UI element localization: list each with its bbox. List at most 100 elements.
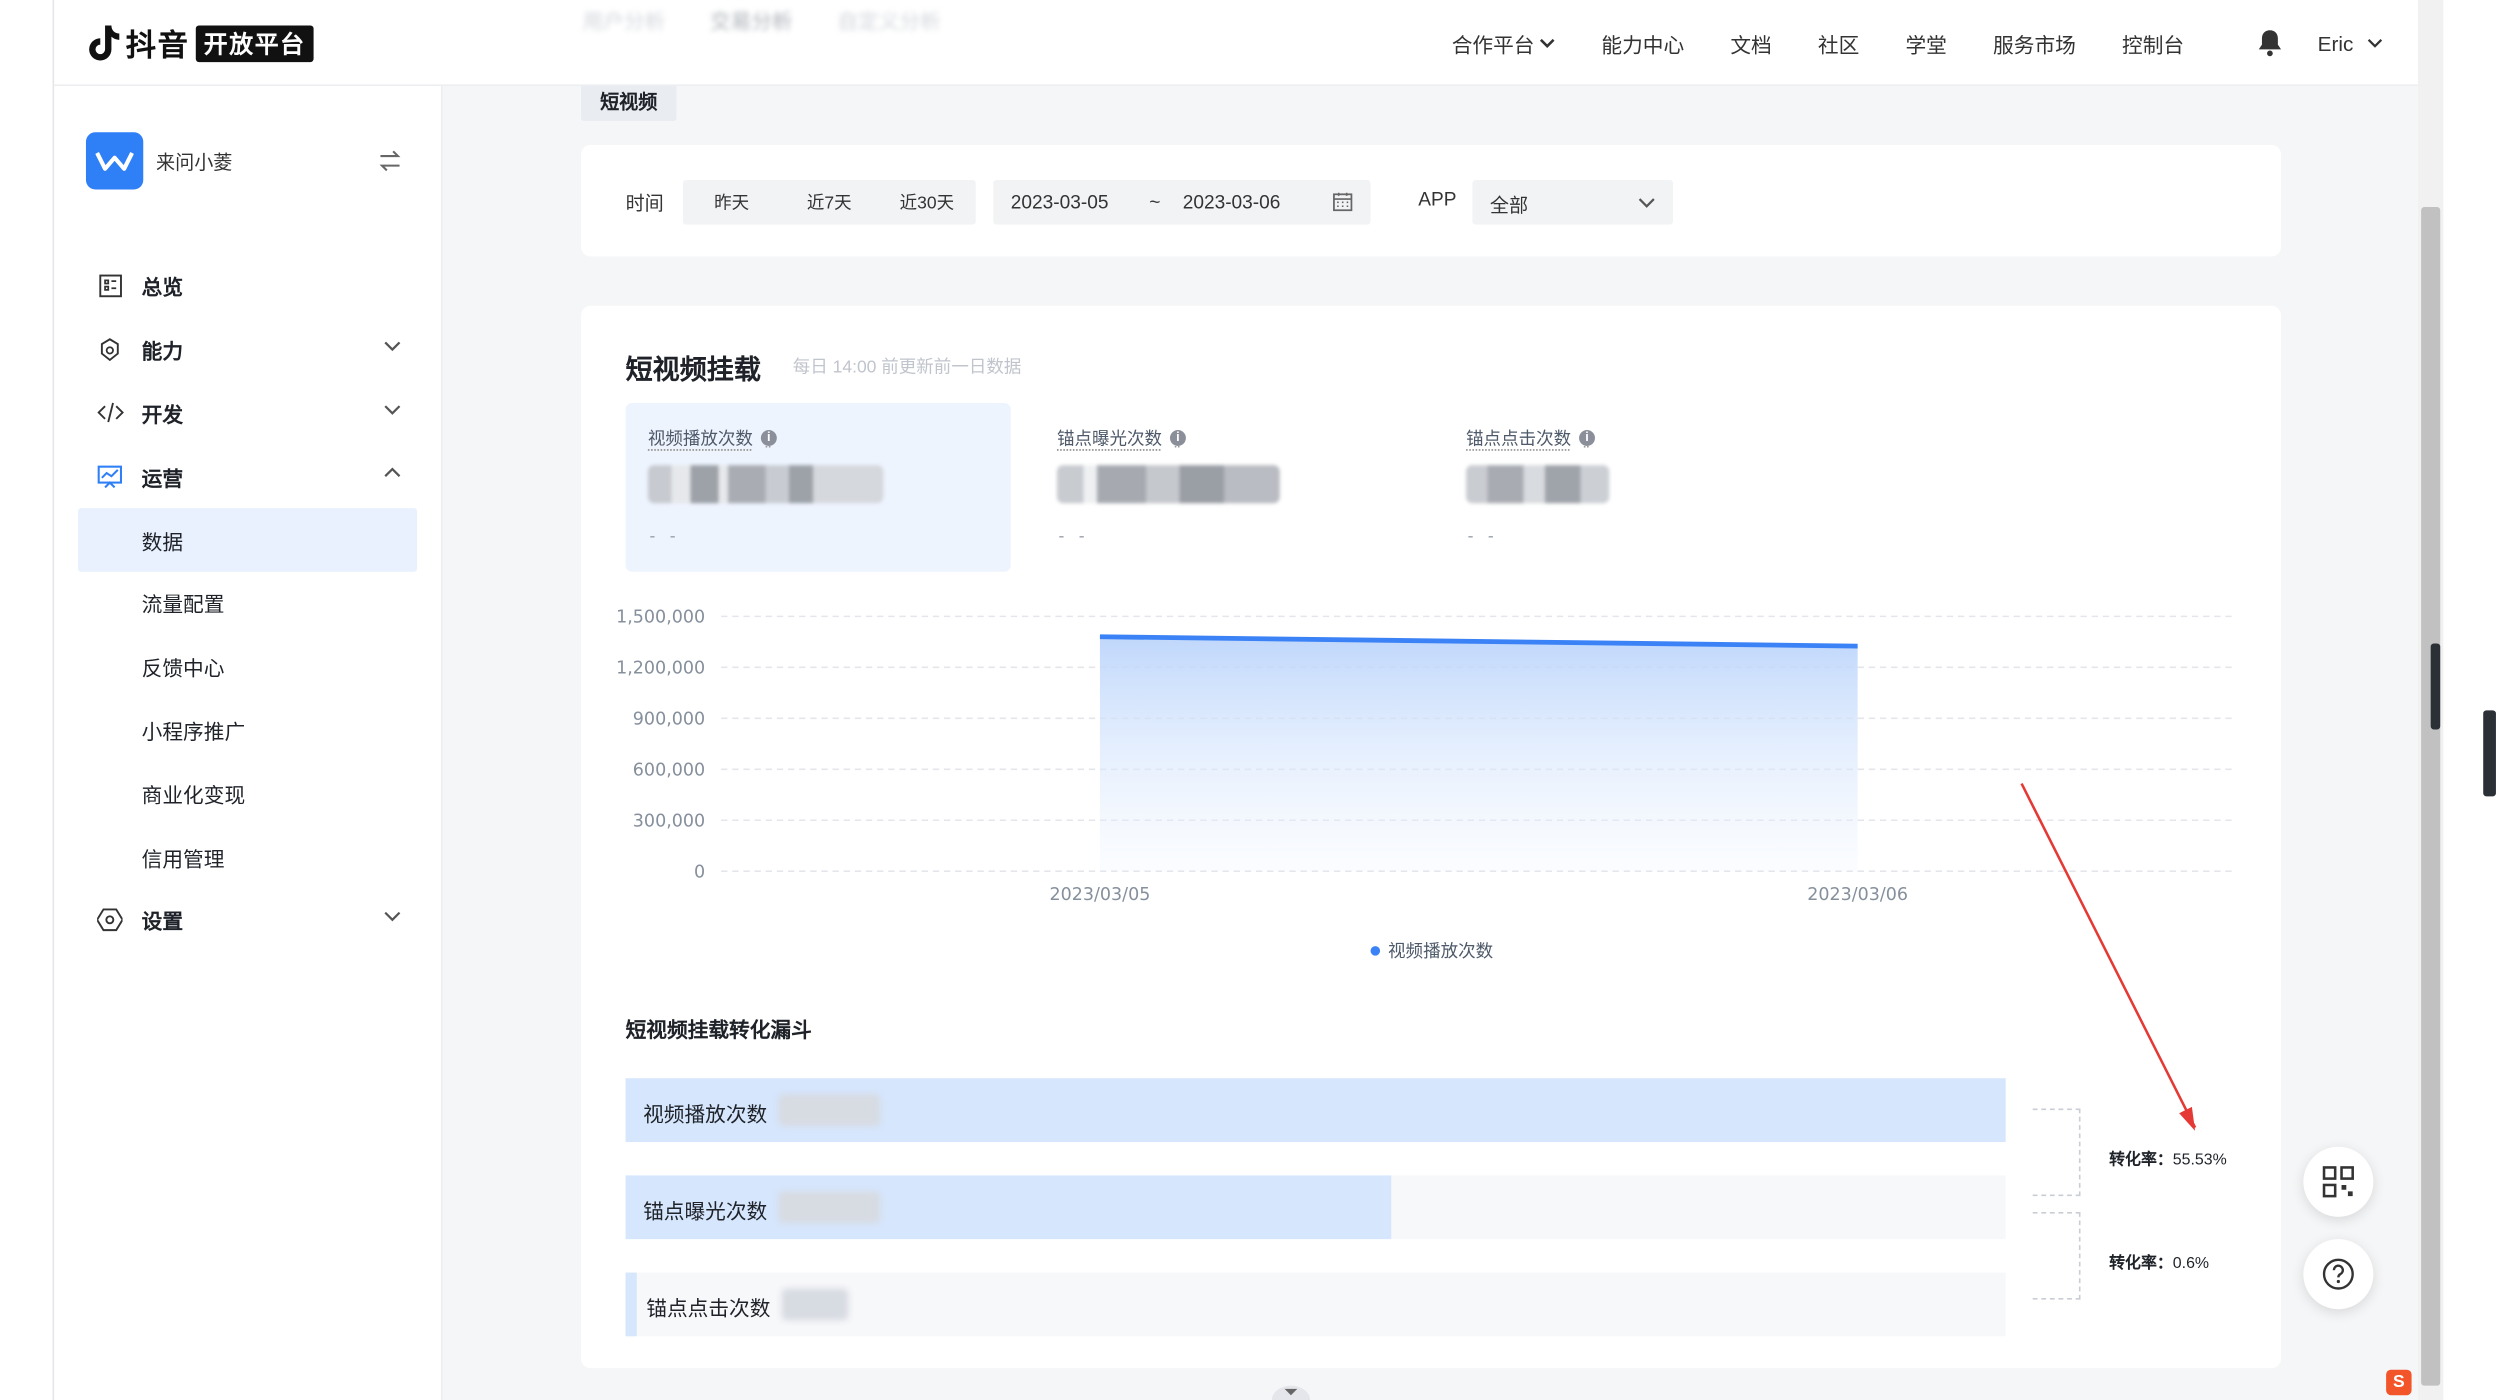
help-button[interactable] (2303, 1239, 2374, 1310)
sidebar-item-develop[interactable]: 开发 (78, 382, 417, 445)
y-tick-label: 600,000 (633, 761, 705, 781)
question-mark-icon (2322, 1258, 2354, 1290)
app-select[interactable]: 全部 (1472, 179, 1673, 225)
sidebar-item-promotion[interactable]: 小程序推广 (78, 699, 417, 762)
sidebar-item-data[interactable]: 数据 (77, 508, 418, 572)
funnel-title: 短视频挂载转化漏斗 (625, 1017, 812, 1042)
user-menu[interactable]: Eric (2318, 32, 2384, 56)
funnel-value-blurred (778, 1094, 881, 1127)
sidebar-item-operate[interactable]: 运营 (78, 445, 417, 508)
app-select-value: 全部 (1489, 194, 1529, 217)
info-icon[interactable]: i (760, 430, 777, 446)
nav-item-community[interactable]: 社区 (1818, 29, 1859, 59)
chevron-down-icon (2368, 39, 2383, 48)
funnel-bar-anchor-exposures: 锚点曝光次数 (625, 1175, 2006, 1240)
app-switcher[interactable]: 来问小菱 (85, 132, 233, 190)
time-label: 时间 (625, 192, 664, 216)
switch-app-icon[interactable] (377, 150, 402, 180)
app-window: 抖音 开放平台 合作平台 能力中心 文档 社区 学堂 服务市场 控制台 Eric… (52, 0, 2418, 1400)
sidebar-item-label: 开发 (141, 402, 184, 427)
douyin-logo[interactable]: 抖音 开放平台 (86, 22, 314, 63)
metric-label: 锚点曝光次数 i (1057, 425, 1186, 450)
sidebar-item-traffic-config[interactable]: 流量配置 (78, 572, 417, 635)
app-name: 来问小菱 (155, 150, 233, 173)
sidebar-item-label: 流量配置 (141, 593, 225, 617)
nav-item-console[interactable]: 控制台 (2122, 29, 2184, 59)
date-separator: ~ (1149, 191, 1161, 214)
ghost-tab: 交易分析 (709, 9, 793, 34)
x-tick-label: 2023/03/06 (1807, 885, 1908, 905)
brand-name: 抖音 (125, 29, 190, 63)
sidebar-item-credit[interactable]: 信用管理 (78, 825, 417, 888)
douyin-note-icon (86, 22, 121, 63)
sidebar-item-feedback[interactable]: 反馈中心 (78, 635, 417, 698)
funnel-bar-video-plays: 视频播放次数 (625, 1078, 2006, 1142)
chevron-down-icon (384, 911, 401, 922)
info-icon[interactable]: i (1579, 430, 1595, 446)
overview-icon (94, 271, 126, 303)
scrolled-tabs-ghost: 用户分析 交易分析 自定义分析 (583, 5, 941, 35)
range-7days-button[interactable]: 近7天 (781, 180, 879, 225)
range-yesterday-button[interactable]: 昨天 (683, 180, 781, 225)
chart-legend[interactable]: 视频播放次数 (1370, 938, 1494, 963)
range-30days-button[interactable]: 近30天 (878, 180, 976, 225)
qr-code-button[interactable] (2303, 1146, 2374, 1217)
nav-item-service-market[interactable]: 服务市场 (1993, 29, 2076, 59)
card-subtitle: 每日 14:00 前更新前一日数据 (792, 358, 1022, 378)
y-tick-label: 0 (694, 863, 705, 883)
sidebar-item-monetize[interactable]: 商业化变现 (78, 762, 417, 825)
metric-label: 视频播放次数 i (648, 425, 777, 450)
sidebar-item-label: 反馈中心 (141, 656, 225, 681)
side-widget-handle[interactable] (2430, 643, 2441, 730)
scroll-down-indicator[interactable] (1271, 1382, 1311, 1400)
series-area (1099, 636, 1858, 872)
metric-card-anchor-exposures[interactable]: 锚点曝光次数 i - - (1035, 403, 1420, 572)
info-icon[interactable]: i (1169, 430, 1186, 446)
metric-card-video-plays[interactable]: 视频播放次数 i - - (625, 402, 1011, 572)
sidebar-item-label: 小程序推广 (141, 719, 246, 744)
metric-card-anchor-clicks[interactable]: 锚点点击次数 i - - (1444, 403, 1829, 572)
nav-item-partner-platform[interactable]: 合作平台 (1452, 29, 1555, 59)
scrollbar-thumb[interactable] (2421, 207, 2441, 1386)
metric-delta: - - (1058, 527, 1090, 547)
sidebar-item-label: 总览 (141, 276, 184, 301)
funnel-label: 视频播放次数 (643, 1102, 768, 1127)
bell-icon[interactable] (2257, 29, 2282, 66)
input-method-icon[interactable]: S (2386, 1369, 2412, 1396)
side-widget-handle[interactable] (2483, 710, 2496, 797)
metric-delta: - - (649, 527, 681, 547)
conversion-rate-2: 转化率：0.6% (2109, 1249, 2209, 1273)
settings-icon (94, 904, 126, 936)
app-label: APP (1418, 187, 1457, 211)
sidebar-item-overview[interactable]: 总览 (78, 255, 417, 318)
conversion-label: 转化率： (2109, 1151, 2173, 1170)
nav-item-docs[interactable]: 文档 (1730, 29, 1771, 59)
sidebar-item-label: 信用管理 (141, 846, 225, 871)
sidebar-item-label: 数据 (141, 529, 184, 554)
conversion-bracket (2032, 1212, 2081, 1300)
funnel-bar-anchor-clicks: 锚点点击次数 (625, 1272, 2006, 1337)
funnel-label: 锚点曝光次数 (643, 1199, 768, 1224)
nav-item-ability-center[interactable]: 能力中心 (1601, 29, 1684, 59)
y-tick-label: 300,000 (633, 812, 705, 832)
nav-item-academy[interactable]: 学堂 (1905, 29, 1946, 59)
ability-icon (94, 334, 126, 366)
sidebar-item-ability[interactable]: 能力 (78, 318, 417, 381)
chevron-up-icon (384, 468, 401, 478)
sidebar-item-settings[interactable]: 设置 (78, 889, 417, 952)
calendar-icon[interactable] (1332, 191, 1353, 216)
date-range-picker[interactable]: 2023-03-05 ~ 2023-03-06 (993, 179, 1371, 225)
operate-chart-icon (94, 461, 126, 493)
sidebar-item-label: 设置 (141, 910, 184, 934)
sidebar: 来问小菱 总览 能力 开发 运营 数据 流量配置 反馈中心 小程序推广 商业化变… (54, 86, 443, 1400)
legend-label: 视频播放次数 (1388, 942, 1494, 962)
sidebar-item-label: 能力 (141, 339, 184, 364)
chevron-down-icon (384, 404, 401, 415)
window-right-edge: S (2386, 0, 2496, 1400)
metric-label-text: 锚点曝光次数 (1056, 430, 1163, 450)
y-tick-label: 1,200,000 (616, 659, 705, 679)
funnel-label: 锚点点击次数 (646, 1296, 771, 1321)
end-date: 2023-03-06 (1182, 191, 1281, 214)
metric-label-text: 锚点点击次数 (1466, 430, 1572, 450)
metric-value-blurred (1056, 465, 1280, 504)
